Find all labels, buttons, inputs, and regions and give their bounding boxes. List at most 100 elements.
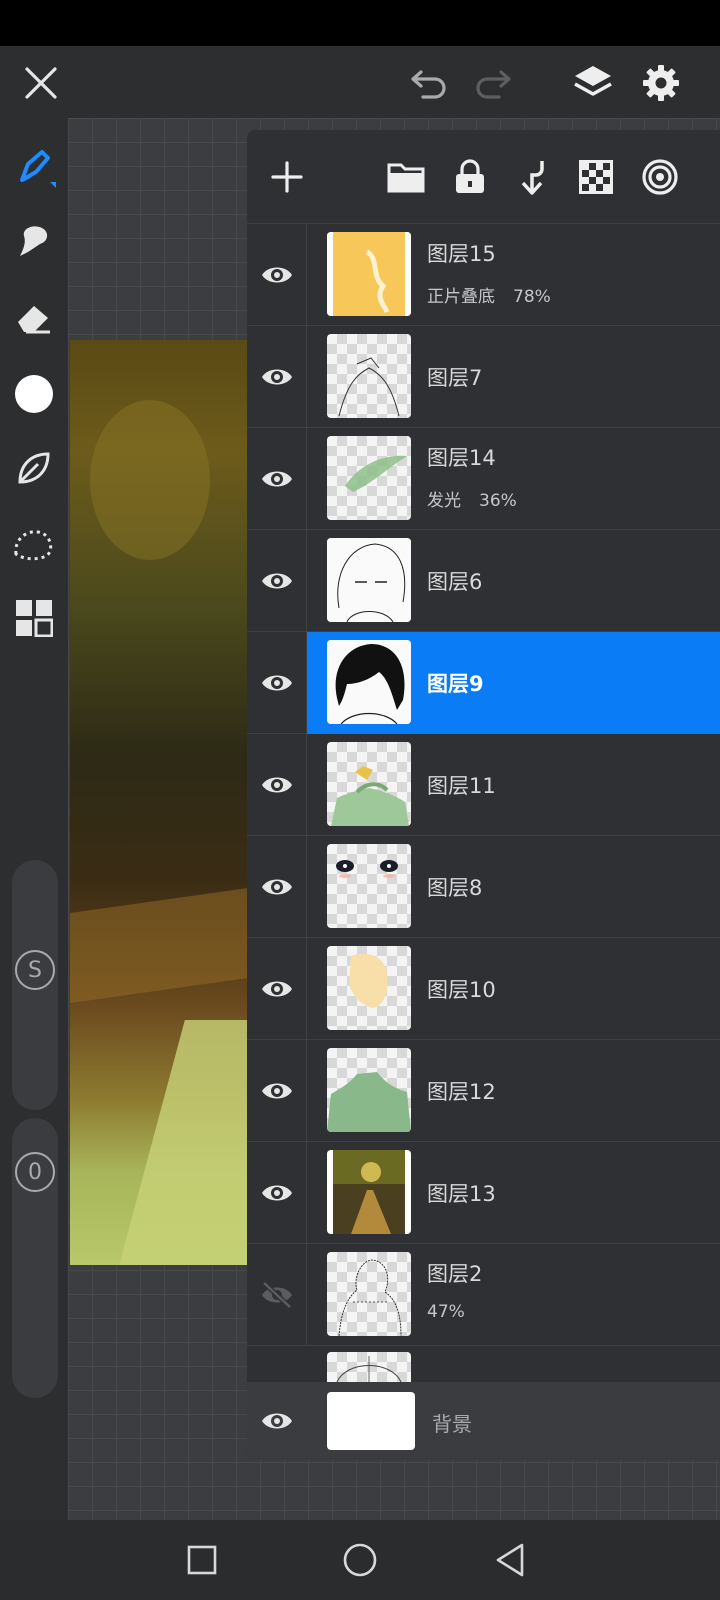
layer-thumbnail (327, 436, 411, 520)
undo-icon (411, 70, 446, 99)
layers-panel-header (247, 130, 720, 224)
undo-button[interactable] (402, 56, 456, 110)
layer-row[interactable]: 图层8 (247, 836, 720, 938)
eye-icon (261, 675, 292, 691)
layer-thumbnail (327, 1252, 411, 1336)
color-picker-button[interactable] (8, 368, 60, 420)
visibility-toggle[interactable] (247, 734, 307, 836)
layer-name: 图层15 (427, 242, 496, 266)
layer-opacity: 47% (427, 1302, 465, 1322)
layer-blend-mode: 正片叠底 (427, 287, 495, 307)
layer-row[interactable]: 图层15 正片叠底 78% (247, 224, 720, 326)
back-triangle-icon (496, 1543, 524, 1577)
layer-row[interactable]: 图层11 (247, 734, 720, 836)
layer-opacity: 36% (479, 491, 517, 511)
visibility-toggle[interactable] (247, 938, 307, 1040)
visibility-toggle[interactable] (247, 530, 307, 632)
layer-row[interactable]: 图层9 (247, 632, 720, 734)
layer-row[interactable]: 图层12 (247, 1040, 720, 1142)
visibility-toggle[interactable] (247, 1040, 307, 1142)
folder-icon (387, 163, 425, 193)
layer-row-main[interactable]: 图层6 (307, 530, 720, 632)
layer-row[interactable]: 图层7 (247, 326, 720, 428)
brush-tool-button[interactable] (8, 142, 60, 194)
smudge-tool-button[interactable] (8, 216, 60, 268)
status-bar (0, 0, 720, 46)
brush-opacity-badge: 0 (12, 1149, 58, 1195)
brush-size-label: S (15, 950, 55, 990)
eye-icon (261, 981, 292, 997)
background-layer-name: 背景 (432, 1412, 472, 1436)
redo-button[interactable] (466, 56, 520, 110)
close-icon (25, 67, 57, 99)
layer-thumbnail (327, 538, 411, 622)
brush-icon (20, 150, 56, 188)
recents-button[interactable] (176, 1534, 228, 1586)
brush-opacity-label: 0 (15, 1152, 55, 1192)
layer-name: 图层14 (427, 446, 496, 470)
layer-row-main[interactable]: 图层14 发光 36% (307, 428, 720, 530)
visibility-toggle[interactable] (247, 632, 307, 734)
visibility-toggle[interactable] (247, 1142, 307, 1244)
layer-row-main[interactable]: 图层8 (307, 836, 720, 938)
background-thumbnail (327, 1392, 415, 1450)
layer-thumbnail (327, 640, 411, 724)
lock-layer-button[interactable] (443, 150, 497, 204)
visibility-toggle[interactable] (247, 326, 307, 428)
layer-properties: 47% (427, 1302, 483, 1322)
system-nav-bar (0, 1520, 720, 1600)
back-button[interactable] (484, 1534, 536, 1586)
layer-row[interactable]: 图层14 发光 36% (247, 428, 720, 530)
home-button[interactable] (334, 1534, 386, 1586)
close-button[interactable] (14, 56, 68, 110)
layer-row-main[interactable]: 图层12 (307, 1040, 720, 1142)
layer-name: 图层2 (427, 1262, 483, 1286)
lasso-tool-button[interactable] (8, 518, 60, 570)
merge-down-button[interactable] (506, 150, 560, 204)
layer-name: 图层10 (427, 978, 496, 1002)
eraser-tool-button[interactable] (8, 292, 60, 344)
layer-row[interactable]: 图层6 (247, 530, 720, 632)
visibility-toggle[interactable] (247, 428, 307, 530)
background-layer-row[interactable]: 背景 (247, 1382, 720, 1460)
layer-row-main[interactable]: 图层13 (307, 1142, 720, 1244)
settings-button[interactable] (634, 56, 688, 110)
layer-row-main[interactable]: 图层9 (307, 632, 720, 734)
eye-hidden-icon (261, 1281, 292, 1309)
layer-row-main[interactable]: 图层10 (307, 938, 720, 1040)
eye-icon (262, 1413, 292, 1429)
lasso-selection-icon (14, 530, 53, 561)
layer-row[interactable]: 图层2 47% (247, 1244, 720, 1346)
folder-button[interactable] (379, 150, 433, 204)
reference-layer-button[interactable] (633, 150, 687, 204)
layer-thumbnail (327, 334, 411, 418)
layer-row-main[interactable]: 图层11 (307, 734, 720, 836)
visibility-toggle[interactable] (247, 224, 307, 326)
layer-row[interactable]: 图层10 (247, 938, 720, 1040)
layer-row[interactable]: 图层13 (247, 1142, 720, 1244)
eye-icon (261, 471, 292, 487)
add-layer-button[interactable] (260, 150, 314, 204)
eye-icon (261, 879, 292, 895)
left-toolbar: S 0 (0, 118, 68, 1520)
layer-row-main[interactable]: 图层2 47% (307, 1244, 720, 1346)
layer-name: 图层13 (427, 1182, 496, 1206)
layer-thumbnail (327, 232, 411, 316)
visibility-toggle[interactable] (247, 1244, 307, 1346)
visibility-toggle[interactable] (247, 836, 307, 938)
color-swatch (15, 375, 53, 413)
layer-row-main[interactable]: 图层15 正片叠底 78% (307, 224, 720, 326)
layers-button[interactable] (566, 56, 620, 110)
artwork-canvas[interactable] (70, 340, 255, 1265)
layer-row-main[interactable]: 图层7 (307, 326, 720, 428)
visibility-toggle[interactable] (247, 1382, 307, 1460)
layer-thumbnail (327, 946, 411, 1030)
settings-icon (643, 65, 679, 101)
eye-icon (261, 369, 292, 385)
layer-properties: 正片叠底 78% (427, 282, 569, 307)
grid-menu-button[interactable] (8, 592, 60, 644)
layer-name: 图层8 (427, 876, 483, 900)
layer-name: 图层11 (427, 774, 496, 798)
leaf-tool-button[interactable] (8, 442, 60, 494)
transparency-lock-button[interactable] (569, 150, 623, 204)
